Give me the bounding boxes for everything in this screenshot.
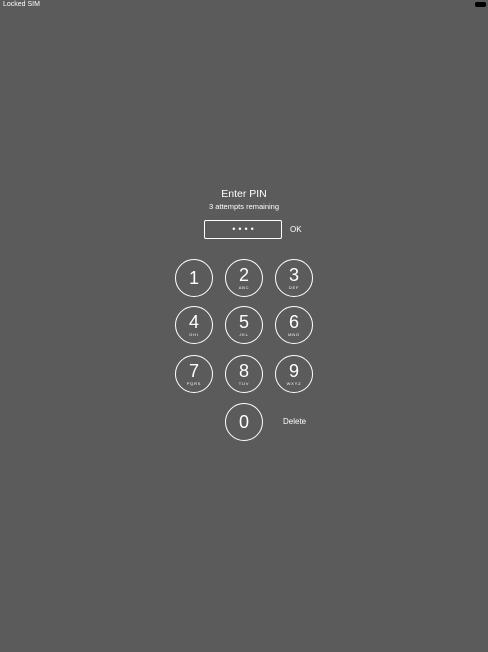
battery-icon bbox=[475, 2, 486, 7]
keypad-letters: ABC bbox=[238, 285, 250, 290]
keypad-key-2[interactable]: 2 ABC bbox=[225, 259, 263, 297]
keypad-key-6[interactable]: 6 MNO bbox=[275, 306, 313, 344]
keypad-key-1[interactable]: 1 bbox=[175, 259, 213, 297]
carrier-label: Locked SIM bbox=[3, 1, 40, 8]
keypad-digit: 1 bbox=[188, 268, 199, 288]
delete-button[interactable]: Delete bbox=[283, 416, 306, 427]
keypad-digit: 0 bbox=[238, 412, 249, 432]
keypad-letters: WXYZ bbox=[286, 381, 302, 386]
keypad-digit: 5 bbox=[238, 312, 249, 332]
keypad-digit: 8 bbox=[238, 361, 249, 381]
status-bar: Locked SIM bbox=[0, 0, 488, 10]
keypad-key-4[interactable]: 4 GHI bbox=[175, 306, 213, 344]
keypad-digit: 2 bbox=[238, 265, 249, 285]
keypad-digit: 4 bbox=[188, 312, 199, 332]
keypad-letters: GHI bbox=[189, 332, 199, 337]
keypad-letters: MNO bbox=[288, 332, 300, 337]
keypad-key-3[interactable]: 3 DEF bbox=[275, 259, 313, 297]
keypad-digit: 9 bbox=[288, 361, 299, 381]
keypad-key-9[interactable]: 9 WXYZ bbox=[275, 355, 313, 393]
pin-input[interactable]: •••• bbox=[204, 220, 282, 239]
keypad-letters: JKL bbox=[239, 332, 249, 337]
ok-button[interactable]: OK bbox=[290, 224, 302, 235]
keypad-digit: 3 bbox=[288, 265, 299, 285]
keypad-letters: TUV bbox=[238, 381, 250, 386]
keypad-digit: 7 bbox=[188, 361, 199, 381]
page-title: Enter PIN bbox=[221, 188, 267, 200]
keypad-key-0[interactable]: 0 bbox=[225, 403, 263, 441]
keypad-key-7[interactable]: 7 PQRS bbox=[175, 355, 213, 393]
keypad-letters: DEF bbox=[288, 285, 300, 290]
keypad-key-5[interactable]: 5 JKL bbox=[225, 306, 263, 344]
keypad-key-8[interactable]: 8 TUV bbox=[225, 355, 263, 393]
keypad-digit: 6 bbox=[288, 312, 299, 332]
keypad-letters: PQRS bbox=[186, 381, 202, 386]
attempts-remaining-label: 3 attempts remaining bbox=[208, 202, 280, 211]
pin-input-value: •••• bbox=[232, 224, 257, 234]
